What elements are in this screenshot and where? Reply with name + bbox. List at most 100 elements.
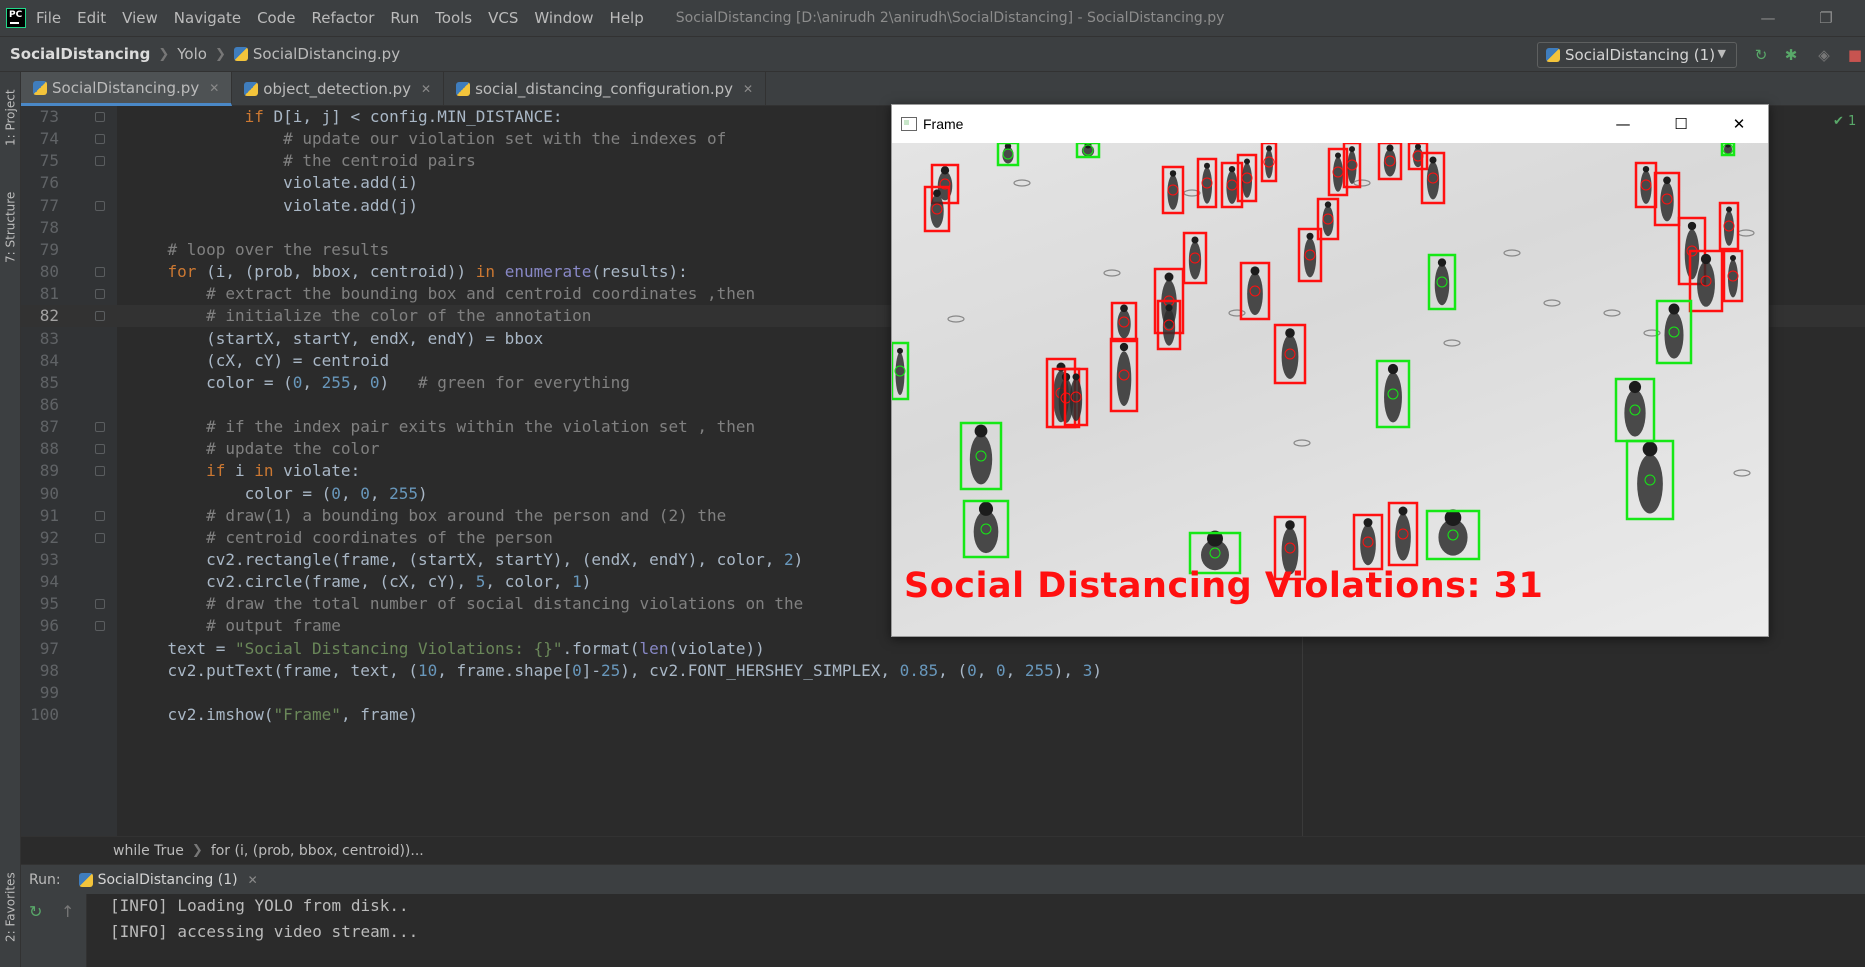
fold-marker-icon[interactable] [95,532,105,543]
safe-bounding-box [1427,253,1457,311]
safe-bounding-box [1625,439,1675,521]
close-icon[interactable]: ✕ [421,82,431,96]
run-console[interactable]: ↻ ↑ [INFO] Loading YOLO from disk.. [INF… [21,894,1865,967]
breadcrumb-project[interactable]: SocialDistancing [10,45,150,63]
tab-socialdistancing[interactable]: SocialDistancing.py ✕ [21,72,233,106]
line-number: 83 [39,328,59,348]
code-text: # if the index pair exits within the vio… [206,417,756,437]
violation-bounding-box [1718,201,1740,251]
line-number: 99 [39,682,59,702]
violation-bounding-box [1239,261,1271,321]
line-number: 98 [39,660,59,680]
code-text: # update our violation set with the inde… [283,129,727,149]
menu-edit[interactable]: Edit [77,9,106,27]
menu-window[interactable]: Window [534,9,593,27]
violation-bounding-box [1161,165,1185,215]
safe-bounding-box [1614,377,1656,443]
line-number: 93 [39,550,59,569]
floor-marker [1543,299,1561,307]
fold-marker-icon[interactable] [95,134,105,145]
menu-refactor[interactable]: Refactor [311,9,374,27]
floor-marker [947,315,965,323]
structure-tool-tab[interactable]: 7: Structure [0,182,21,272]
run-configuration-select[interactable]: SocialDistancing (1) ▼ [1537,42,1737,68]
tab-label: social_distancing_configuration.py [475,80,734,98]
fold-marker-icon[interactable] [95,444,105,455]
stop-icon[interactable]: ■ [1845,45,1865,65]
fold-marker-icon[interactable] [95,599,105,610]
menu-code[interactable]: Code [257,9,295,27]
favorites-tool-tab[interactable]: 2: Favorites [0,862,21,952]
run-tab[interactable]: SocialDistancing (1) ✕ [78,872,258,888]
breadcrumb-while-true[interactable]: while True [113,843,184,859]
close-icon[interactable]: ✕ [248,873,258,887]
rerun-icon[interactable]: ↻ [29,902,42,921]
breadcrumb-folder[interactable]: Yolo [177,45,207,63]
safe-bounding-box [1425,509,1481,561]
tab-object-detection[interactable]: object_detection.py ✕ [232,72,445,106]
breadcrumb-file[interactable]: SocialDistancing.py [253,45,400,63]
fold-marker-icon[interactable] [95,466,105,477]
inspection-count: 1 [1848,114,1857,129]
fold-marker-icon[interactable] [95,510,105,521]
close-icon[interactable]: ✕ [743,82,753,96]
code-text: # output frame [206,616,341,636]
tab-label: object_detection.py [263,80,411,98]
fold-marker-icon[interactable] [95,156,105,167]
restore-icon[interactable]: ❐ [1814,6,1838,30]
code-text: # centroid coordinates of the person [206,527,553,547]
menu-view[interactable]: View [122,9,158,27]
code-text: (cX, cY) = centroid [129,350,390,370]
menu-file[interactable]: File [36,9,61,27]
debug-icon[interactable]: ✱ [1781,45,1801,65]
frame-title: Frame [923,116,964,132]
violation-bounding-box [1420,151,1446,205]
close-icon[interactable]: ✕ [209,81,219,95]
minimize-icon[interactable]: — [1756,6,1780,30]
menu-run[interactable]: Run [390,9,419,27]
fold-marker-icon[interactable] [95,422,105,433]
python-file-icon [233,47,248,61]
code-line[interactable]: 100 cv2.imshow("Frame", frame) [21,704,1865,726]
code-line[interactable]: 97 text = "Social Distancing Violations:… [21,638,1865,660]
dropdown-arrow-icon: ▼ [1717,47,1726,60]
menu-help[interactable]: Help [610,9,644,27]
minimize-icon[interactable]: — [1594,105,1652,143]
tab-social-distancing-configuration[interactable]: social_distancing_configuration.py ✕ [444,72,767,106]
menu-navigate[interactable]: Navigate [174,9,241,27]
code-text: cv2.putText(frame, text, (10, frame.shap… [129,660,1102,680]
code-line[interactable]: 99 [21,682,1865,704]
line-number: 92 [39,527,59,547]
fold-marker-icon[interactable] [95,289,105,300]
rerun-icon[interactable]: ↻ [1751,45,1771,65]
fold-marker-icon[interactable] [95,112,105,122]
violation-bounding-box [1634,161,1658,209]
code-text: text = "Social Distancing Violations: {}… [129,638,765,658]
line-number: 77 [39,195,59,215]
frame-titlebar[interactable]: Frame — ☐ ✕ [892,105,1768,143]
fold-marker-icon[interactable] [95,267,105,278]
coverage-icon[interactable]: ◈ [1814,45,1834,65]
maximize-icon[interactable]: ☐ [1652,105,1710,143]
menu-vcs[interactable]: VCS [488,9,518,27]
floor-marker [1603,309,1621,317]
floor-marker [1503,249,1521,257]
fold-marker-icon[interactable] [95,311,105,322]
inspection-status[interactable]: ✔ 1 [1833,114,1856,129]
menu-tools[interactable]: Tools [435,9,472,27]
fold-marker-icon[interactable] [95,200,105,211]
violation-bounding-box [1196,157,1218,209]
project-tool-tab[interactable]: 1: Project [0,78,21,158]
arrow-up-icon[interactable]: ↑ [61,902,74,921]
fold-marker-icon[interactable] [95,621,105,632]
violation-bounding-box [1377,143,1403,181]
line-number: 79 [39,239,59,259]
close-icon[interactable]: ✕ [1710,105,1768,143]
line-number: 86 [39,394,59,414]
line-number: 82 [39,306,59,326]
code-text: # update the color [206,439,380,459]
code-line[interactable]: 98 cv2.putText(frame, text, (10, frame.s… [21,660,1865,682]
frame-window[interactable]: Frame — ☐ ✕ Social Distancing Violations… [891,104,1769,637]
breadcrumb-for-loop[interactable]: for (i, (prob, bbox, centroid))... [211,843,424,859]
line-number: 88 [39,439,59,459]
